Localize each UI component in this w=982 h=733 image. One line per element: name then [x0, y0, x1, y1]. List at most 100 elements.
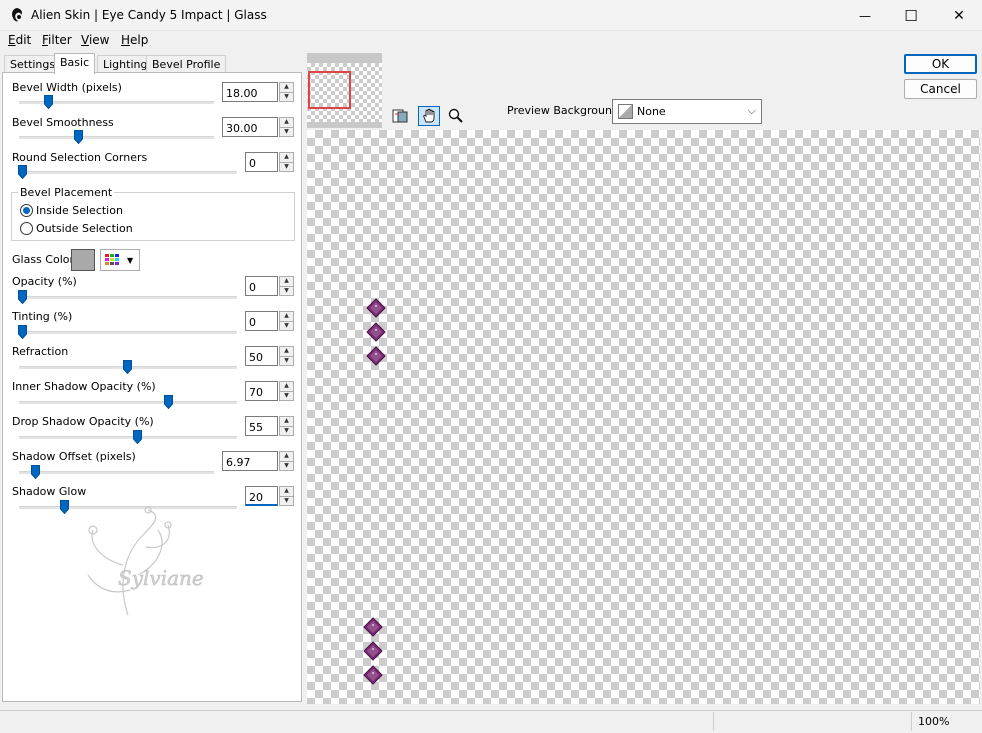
spin-up-icon[interactable]: ▲ [280, 487, 293, 497]
inner-shadow-input[interactable]: 70 [245, 381, 278, 401]
color-picker-button[interactable]: ▼ [100, 249, 140, 271]
maximize-icon: ☐ [904, 6, 918, 25]
spin-down-icon[interactable]: ▼ [280, 93, 293, 102]
cancel-button[interactable]: Cancel [904, 79, 977, 99]
spin-down-icon[interactable]: ▼ [280, 427, 293, 436]
spin-down-icon[interactable]: ▼ [280, 497, 293, 506]
bevel-width-input[interactable]: 18.00 [222, 82, 278, 102]
refraction-input[interactable]: 50 [245, 346, 278, 366]
preview-background-value: None [637, 105, 666, 118]
opacity-slider-thumb[interactable] [18, 290, 27, 305]
tab-bevel-profile[interactable]: Bevel Profile [146, 55, 227, 73]
drop-shadow-spinner[interactable]: ▲ ▼ [279, 416, 294, 436]
transparency-icon [618, 104, 633, 119]
menu-filter[interactable]: Filter [42, 33, 72, 47]
spin-down-icon[interactable]: ▼ [280, 287, 293, 296]
spin-up-icon[interactable]: ▲ [280, 83, 293, 93]
shadow-glow-input[interactable]: 20 [245, 486, 278, 506]
color-grid-icon [105, 254, 119, 265]
spin-down-icon[interactable]: ▼ [280, 322, 293, 331]
shadow-offset-spinner[interactable]: ▲ ▼ [279, 451, 294, 471]
outside-selection-radio[interactable] [20, 222, 33, 235]
drop-shadow-input[interactable]: 55 [245, 416, 278, 436]
spin-down-icon[interactable]: ▼ [280, 163, 293, 172]
drop-shadow-slider-thumb[interactable] [132, 430, 142, 445]
hand-tool-button[interactable] [418, 106, 440, 126]
preview-background-select[interactable]: None ⌵ [612, 99, 762, 124]
menu-edit[interactable]: Edit [8, 33, 31, 47]
tinting-spinner[interactable]: ▲ ▼ [279, 311, 294, 331]
round-corners-slider-track[interactable] [19, 171, 237, 174]
inner-shadow-spinner[interactable]: ▲ ▼ [279, 381, 294, 401]
inner-shadow-slider-thumb[interactable] [164, 395, 174, 410]
bevel-placement-title: Bevel Placement [18, 186, 115, 199]
shadow-offset-slider-thumb[interactable] [31, 465, 41, 480]
close-button[interactable]: ✕ [936, 0, 982, 31]
tab-lighting[interactable]: Lighting [97, 55, 154, 73]
drop-shadow-slider-track[interactable] [19, 436, 237, 439]
ok-button[interactable]: OK [904, 54, 977, 74]
inner-shadow-slider-track[interactable] [19, 401, 237, 404]
menu-view[interactable]: View [81, 33, 109, 47]
bevel-smoothness-slider-thumb[interactable] [73, 130, 83, 145]
spin-down-icon[interactable]: ▼ [280, 357, 293, 366]
drop-shadow-label: Drop Shadow Opacity (%) [12, 415, 154, 428]
refraction-slider-thumb[interactable] [122, 360, 132, 375]
spin-up-icon[interactable]: ▲ [280, 153, 293, 163]
tab-settings[interactable]: Settings [4, 55, 62, 73]
zoom-level: 100% [918, 715, 950, 728]
round-corners-input[interactable]: 0 [245, 152, 278, 172]
shadow-glow-spinner[interactable]: ▲ ▼ [279, 486, 294, 506]
app-icon [9, 7, 25, 23]
glass-gem [366, 322, 386, 342]
tinting-slider-track[interactable] [19, 331, 237, 334]
shadow-offset-slider-track[interactable] [19, 471, 214, 474]
shadow-offset-input[interactable]: 6.97 [222, 451, 278, 471]
preview-background-label: Preview Background: [507, 104, 623, 117]
spin-down-icon[interactable]: ▼ [280, 392, 293, 401]
menu-help[interactable]: Help [121, 33, 148, 47]
inside-selection-radio[interactable] [20, 204, 33, 217]
round-corners-label: Round Selection Corners [12, 151, 148, 164]
inner-shadow-label: Inner Shadow Opacity (%) [12, 380, 156, 393]
tinting-slider-thumb[interactable] [18, 325, 27, 340]
inside-selection-label[interactable]: Inside Selection [36, 204, 123, 217]
minimize-button[interactable]: — [842, 0, 888, 31]
spin-up-icon[interactable]: ▲ [280, 417, 293, 427]
shadow-glow-label: Shadow Glow [12, 485, 87, 498]
round-corners-spinner[interactable]: ▲ ▼ [279, 152, 294, 172]
opacity-spinner[interactable]: ▲ ▼ [279, 276, 294, 296]
tab-basic[interactable]: Basic [54, 53, 96, 74]
spin-up-icon[interactable]: ▲ [280, 452, 293, 462]
bevel-width-slider-thumb[interactable] [44, 95, 54, 110]
bevel-width-spinner[interactable]: ▲ ▼ [279, 82, 294, 102]
maximize-button[interactable]: ☐ [888, 0, 934, 31]
round-corners-slider-thumb[interactable] [18, 165, 27, 180]
spin-up-icon[interactable]: ▲ [280, 382, 293, 392]
spin-up-icon[interactable]: ▲ [280, 118, 293, 128]
glass-gem [363, 641, 383, 661]
spin-up-icon[interactable]: ▲ [280, 277, 293, 287]
magnifier-icon [448, 108, 463, 123]
compare-tool-button[interactable] [390, 106, 412, 126]
bevel-smoothness-input[interactable]: 30.00 [222, 117, 278, 137]
bevel-smoothness-label: Bevel Smoothness [12, 116, 114, 129]
compare-icon [392, 109, 408, 123]
spin-up-icon[interactable]: ▲ [280, 347, 293, 357]
refraction-spinner[interactable]: ▲ ▼ [279, 346, 294, 366]
bevel-smoothness-slider-track[interactable] [19, 136, 214, 139]
tinting-input[interactable]: 0 [245, 311, 278, 331]
zoom-tool-button[interactable] [445, 106, 467, 126]
opacity-slider-track[interactable] [19, 296, 237, 299]
opacity-input[interactable]: 0 [245, 276, 278, 296]
preview-canvas[interactable] [307, 130, 980, 704]
navigator-viewport-rect[interactable] [308, 71, 351, 109]
bevel-smoothness-spinner[interactable]: ▲ ▼ [279, 117, 294, 137]
spin-down-icon[interactable]: ▼ [280, 462, 293, 471]
spin-up-icon[interactable]: ▲ [280, 312, 293, 322]
glass-gem [366, 346, 386, 366]
opacity-label: Opacity (%) [12, 275, 77, 288]
outside-selection-label[interactable]: Outside Selection [36, 222, 133, 235]
glass-color-swatch[interactable] [71, 249, 95, 271]
spin-down-icon[interactable]: ▼ [280, 128, 293, 137]
